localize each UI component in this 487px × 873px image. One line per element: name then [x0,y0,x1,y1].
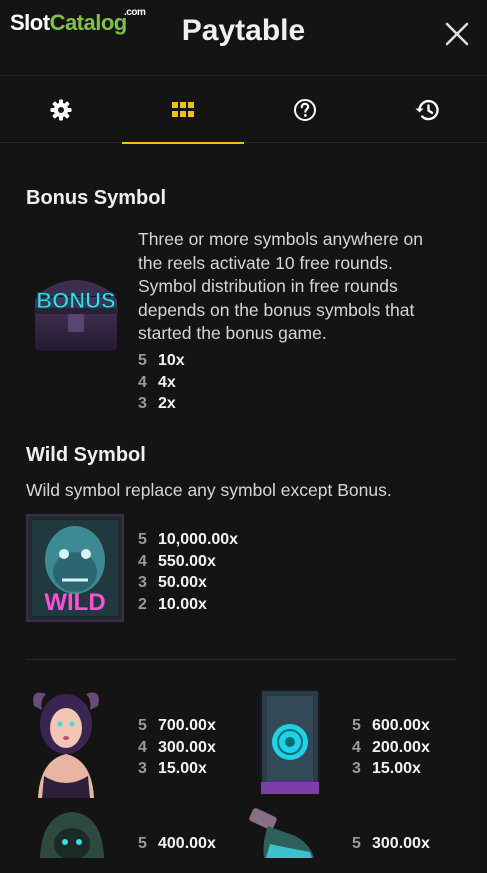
pay-count: 5 [352,835,361,852]
pay-count: 4 [138,552,147,570]
pay-multiplier: 10x [158,352,185,369]
symbol-3-paytable: 5 400.00x [138,833,216,855]
pay-row: 4 4x [138,372,185,394]
pay-multiplier: 600.00x [372,717,430,734]
pay-count: 5 [138,717,147,734]
pay-count: 3 [352,760,361,777]
tab-help[interactable] [244,77,366,143]
pay-multiplier: 10,000.00x [158,531,239,548]
pay-count: 5 [138,835,147,852]
wild-icon-text: WILD [44,589,105,616]
pay-count: 5 [138,352,147,369]
pay-row: 5 10,000.00x [138,529,238,551]
grid-icon [172,102,194,117]
wild-paytable: 5 10,000.00x 4 550.00x 3 50.00x 2 10.00x [138,529,238,615]
pay-row: 3 50.00x [138,572,238,594]
bonus-description: Three or more symbols anywhere on the re… [138,228,468,346]
pay-row: 3 15.00x [352,758,430,780]
symbol-4-paytable: 5 300.00x [352,833,430,855]
pay-row: 4 300.00x [138,737,216,759]
pay-multiplier: 15.00x [158,760,207,777]
pay-count: 4 [138,373,147,391]
bonus-desc-line: the reels activate 10 free rounds. [138,252,393,273]
pay-multiplier: 4x [158,373,176,391]
bonus-desc-line: Three or more symbols anywhere on [138,229,423,249]
help-icon [294,99,316,121]
bonus-paytable: 5 10x 4 4x 3 2x [138,350,185,415]
demon-girl-icon [24,686,108,798]
pay-count: 4 [138,738,147,756]
wild-symbol-icon: WILD [25,513,125,623]
pay-multiplier: 200.00x [372,738,430,756]
bonus-desc-line: Symbol distribution in free rounds [138,276,398,296]
pay-count: 5 [138,531,147,548]
bonus-desc-line: depends on the bonus symbols that [138,299,415,320]
pay-row: 4 550.00x [138,551,238,573]
pay-multiplier: 15.00x [372,760,421,777]
pay-row: 5 600.00x [352,715,430,737]
close-button[interactable] [443,20,471,48]
pay-multiplier: 300.00x [372,835,430,852]
pay-count: 2 [138,595,147,613]
pay-row: 2 10.00x [138,594,238,616]
symbol-1-paytable: 5 700.00x 4 300.00x 3 15.00x [138,715,216,780]
pay-multiplier: 400.00x [158,835,216,852]
svg-text:BONUS: BONUS [36,288,115,313]
pay-multiplier: 550.00x [158,552,216,570]
hooded-skull-icon [34,810,110,858]
bonus-section-title: Bonus Symbol [26,187,167,209]
pay-row: 3 15.00x [138,758,216,780]
pay-count: 4 [352,738,361,756]
pay-multiplier: 50.00x [158,574,207,591]
gear-icon [50,99,72,121]
page-title: Paytable [181,14,306,47]
bonus-desc-line: started the bonus game. [138,323,327,343]
bonus-symbol-icon: BONUS [26,262,126,358]
history-icon [415,99,439,121]
header: SlotCatalog .com Paytable [0,0,487,76]
pay-multiplier: 700.00x [158,717,216,734]
pay-count: 5 [352,717,361,734]
pay-row: 5 10x [138,350,185,372]
pay-count: 3 [138,395,147,412]
tab-bar [0,77,487,144]
rune-book-icon [255,686,325,798]
pay-count: 3 [138,574,147,591]
pay-multiplier: 300.00x [158,738,216,756]
potion-bottle-icon [244,808,324,858]
wild-section-title: Wild Symbol [26,444,146,466]
tab-paytable[interactable] [122,77,244,144]
pay-row: 5 700.00x [138,715,216,737]
pay-row: 5 400.00x [138,833,216,855]
wild-description: Wild symbol replace any symbol except Bo… [26,480,392,500]
pay-count: 3 [138,760,147,777]
close-icon [445,22,469,46]
symbol-2-paytable: 5 600.00x 4 200.00x 3 15.00x [352,715,430,780]
pay-multiplier: 10.00x [158,595,207,613]
pay-multiplier: 2x [158,395,176,412]
tab-settings[interactable] [0,77,122,143]
tab-history[interactable] [366,77,487,143]
pay-row: 5 300.00x [352,833,430,855]
section-divider [26,659,456,660]
pay-row: 4 200.00x [352,737,430,759]
pay-row: 3 2x [138,393,185,415]
